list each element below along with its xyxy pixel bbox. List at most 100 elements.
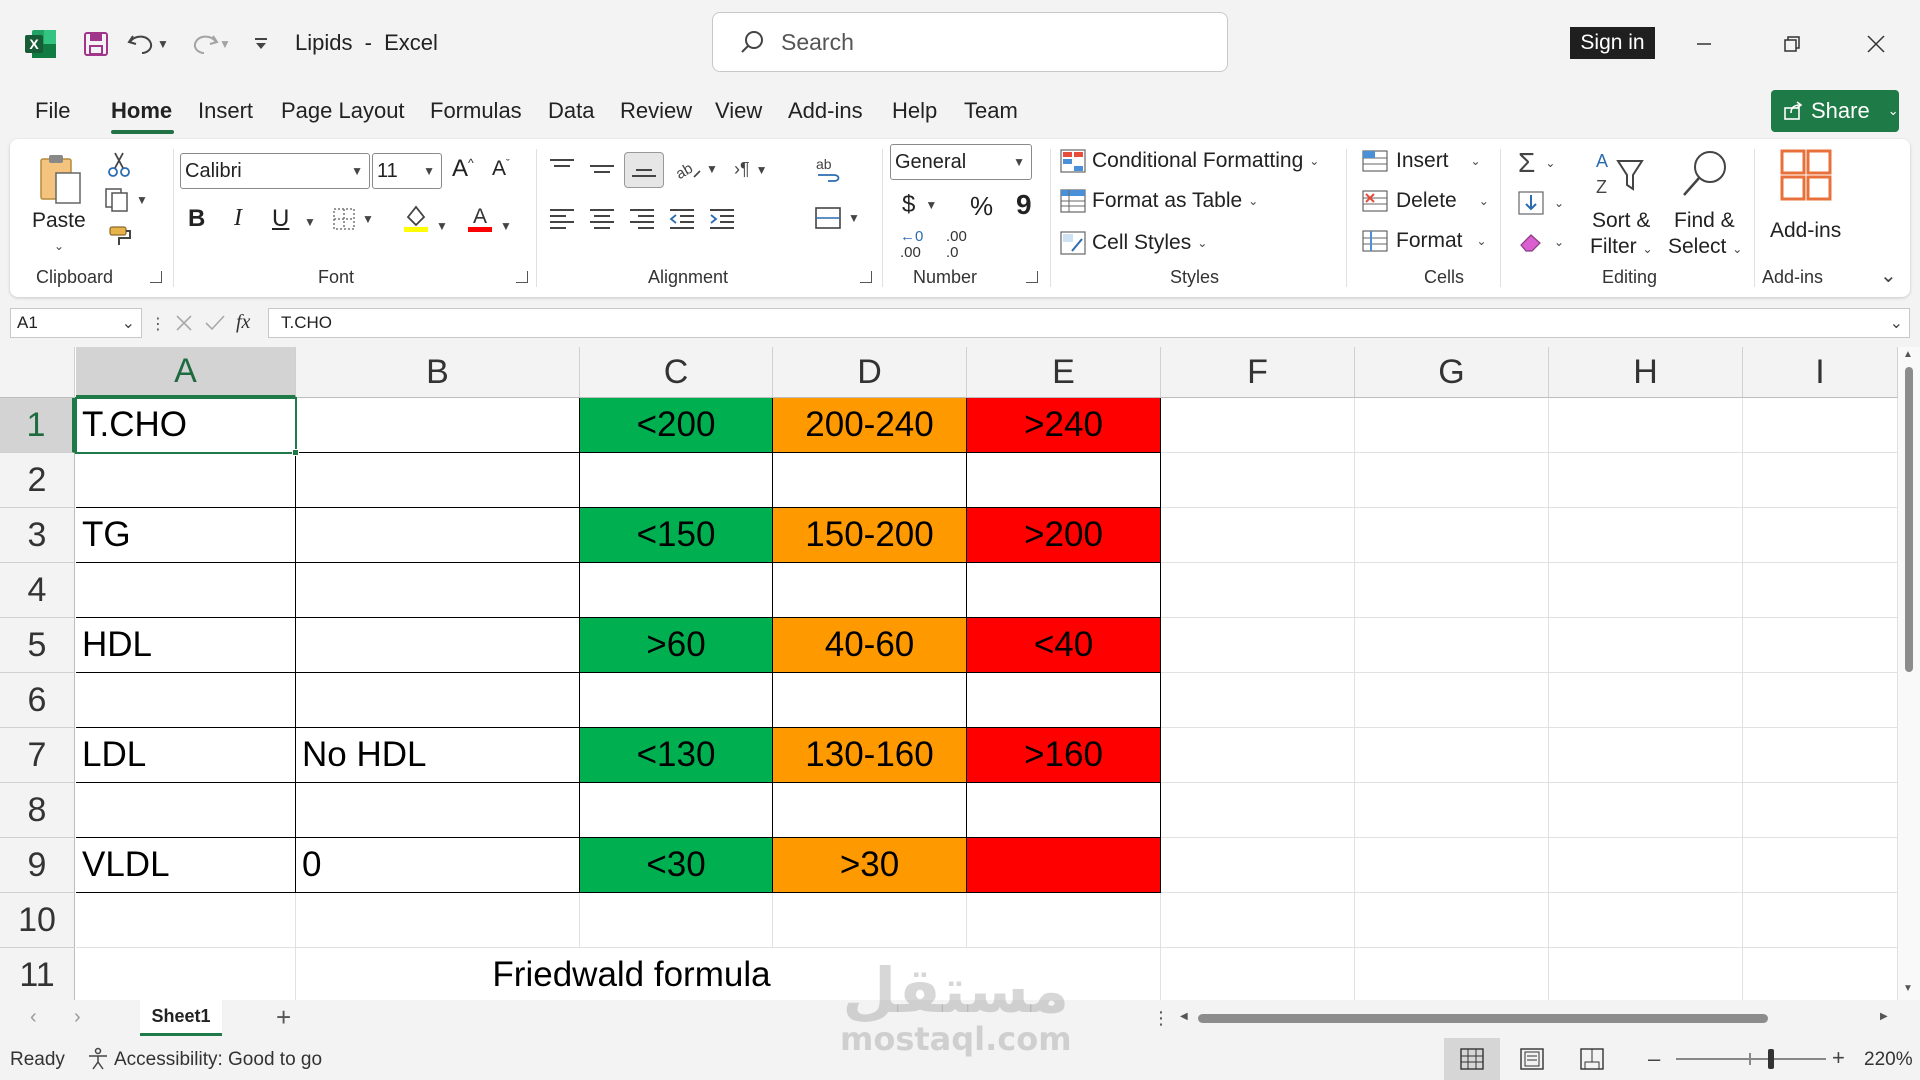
cell-d6[interactable]: [773, 673, 967, 728]
confirm-entry-icon[interactable]: [204, 313, 226, 333]
cell-c5[interactable]: >60: [580, 618, 773, 673]
column-header-c[interactable]: C: [580, 347, 773, 398]
normal-view-button[interactable]: [1444, 1038, 1500, 1080]
cell-f11[interactable]: [1161, 948, 1355, 1000]
scroll-right-icon[interactable]: ▶: [1880, 1011, 1888, 1022]
cell-d4[interactable]: [773, 563, 967, 618]
cell-c2[interactable]: [580, 453, 773, 508]
decrease-indent-icon[interactable]: [668, 207, 696, 231]
cell-e9[interactable]: [967, 838, 1161, 893]
tab-page-layout[interactable]: Page Layout: [281, 98, 405, 124]
cell-a4[interactable]: [76, 563, 296, 618]
horizontal-scroll-thumb[interactable]: [1198, 1014, 1768, 1023]
collapse-ribbon-icon[interactable]: ⌄: [1880, 263, 1897, 288]
vertical-scrollbar[interactable]: ▲ ▼: [1898, 347, 1920, 1000]
cell-g10[interactable]: [1355, 893, 1549, 948]
column-header-b[interactable]: B: [296, 347, 580, 398]
cell-e11[interactable]: [967, 948, 1161, 1000]
cell-f3[interactable]: [1161, 508, 1355, 563]
cell-f1[interactable]: [1161, 398, 1355, 453]
cell-b5[interactable]: [296, 618, 580, 673]
fill-handle[interactable]: [292, 449, 299, 456]
page-break-view-icon[interactable]: [1580, 1048, 1604, 1070]
cell-c7[interactable]: <130: [580, 728, 773, 783]
wrap-text-icon[interactable]: ab: [814, 155, 842, 183]
tab-help[interactable]: Help: [892, 98, 937, 124]
cell-i6[interactable]: [1743, 673, 1898, 728]
insert-function-button[interactable]: fx: [236, 311, 250, 334]
increase-decimal-button[interactable]: ←0.00: [900, 229, 923, 261]
align-left-icon[interactable]: [548, 207, 576, 231]
cell-a6[interactable]: [76, 673, 296, 728]
cell-f6[interactable]: [1161, 673, 1355, 728]
add-ins-button[interactable]: Add-ins: [1760, 149, 1850, 261]
cell-i7[interactable]: [1743, 728, 1898, 783]
cell-a10[interactable]: [76, 893, 296, 948]
zoom-level[interactable]: 220%: [1864, 1049, 1913, 1071]
cell-b7[interactable]: No HDL: [296, 728, 580, 783]
cell-i1[interactable]: [1743, 398, 1898, 453]
format-painter-icon[interactable]: [108, 225, 134, 247]
cell-d2[interactable]: [773, 453, 967, 508]
tab-view[interactable]: View: [715, 98, 762, 124]
cell-a8[interactable]: [76, 783, 296, 838]
cell-g6[interactable]: [1355, 673, 1549, 728]
zoom-in-button[interactable]: +: [1832, 1045, 1845, 1071]
decrease-font-icon[interactable]: Aˇ: [492, 157, 510, 181]
cell-e6[interactable]: [967, 673, 1161, 728]
add-sheet-button[interactable]: +: [276, 1002, 291, 1033]
cell-f2[interactable]: [1161, 453, 1355, 508]
cell-b3[interactable]: [296, 508, 580, 563]
redo-button[interactable]: ▼: [186, 28, 234, 60]
number-format-select[interactable]: General ▼: [890, 144, 1032, 180]
cell-b4[interactable]: [296, 563, 580, 618]
tab-add-ins[interactable]: Add-ins: [788, 98, 863, 124]
save-icon[interactable]: [80, 28, 112, 60]
number-launcher-icon[interactable]: [1026, 271, 1038, 283]
currency-button[interactable]: $ ▼: [902, 191, 937, 219]
next-sheet-icon[interactable]: ›: [74, 1006, 81, 1029]
cell-f10[interactable]: [1161, 893, 1355, 948]
cell-c8[interactable]: [580, 783, 773, 838]
cell-h3[interactable]: [1549, 508, 1743, 563]
tab-team[interactable]: Team: [964, 98, 1018, 124]
bold-button[interactable]: B: [188, 205, 205, 233]
cell-a5[interactable]: HDL: [76, 618, 296, 673]
row-header-3[interactable]: 3: [0, 508, 75, 563]
cell-e3[interactable]: >200: [967, 508, 1161, 563]
cell-a9[interactable]: VLDL: [76, 838, 296, 893]
cell-a1[interactable]: T.CHO: [76, 398, 296, 453]
cell-c6[interactable]: [580, 673, 773, 728]
minimize-icon[interactable]: [1684, 24, 1724, 64]
cell-i9[interactable]: [1743, 838, 1898, 893]
cell-e5[interactable]: <40: [967, 618, 1161, 673]
cell-a3[interactable]: TG: [76, 508, 296, 563]
accessibility-icon[interactable]: [86, 1047, 110, 1071]
cell-d7[interactable]: 130-160: [773, 728, 967, 783]
cell-g7[interactable]: [1355, 728, 1549, 783]
font-name-select[interactable]: Calibri ▼: [180, 153, 370, 189]
format-cells-button[interactable]: Format ⌄: [1362, 229, 1487, 253]
cell-f4[interactable]: [1161, 563, 1355, 618]
fill-color-icon[interactable]: ▼: [402, 203, 448, 233]
cell-g11[interactable]: [1355, 948, 1549, 1000]
cell-f8[interactable]: [1161, 783, 1355, 838]
more-options-icon[interactable]: ⋮: [150, 314, 166, 334]
alignment-launcher-icon[interactable]: [860, 271, 872, 283]
cell-a2[interactable]: [76, 453, 296, 508]
cell-h8[interactable]: [1549, 783, 1743, 838]
clipboard-launcher-icon[interactable]: [150, 271, 162, 283]
row-header-9[interactable]: 9: [0, 838, 75, 893]
cell-d1[interactable]: 200-240: [773, 398, 967, 453]
cell-g8[interactable]: [1355, 783, 1549, 838]
customize-qat-icon[interactable]: [248, 28, 274, 60]
sign-in-button[interactable]: Sign in: [1570, 27, 1655, 59]
cell-c4[interactable]: [580, 563, 773, 618]
cancel-entry-icon[interactable]: [174, 313, 194, 333]
cell-h2[interactable]: [1549, 453, 1743, 508]
cell-g4[interactable]: [1355, 563, 1549, 618]
insert-cells-button[interactable]: Insert ⌄: [1362, 149, 1481, 173]
sort-filter-button[interactable]: AZ Sort & Filter ⌄: [1584, 149, 1654, 261]
friedwald-formula-note[interactable]: Friedwald formula: [296, 948, 967, 1000]
scroll-down-icon[interactable]: ▼: [1903, 983, 1913, 994]
